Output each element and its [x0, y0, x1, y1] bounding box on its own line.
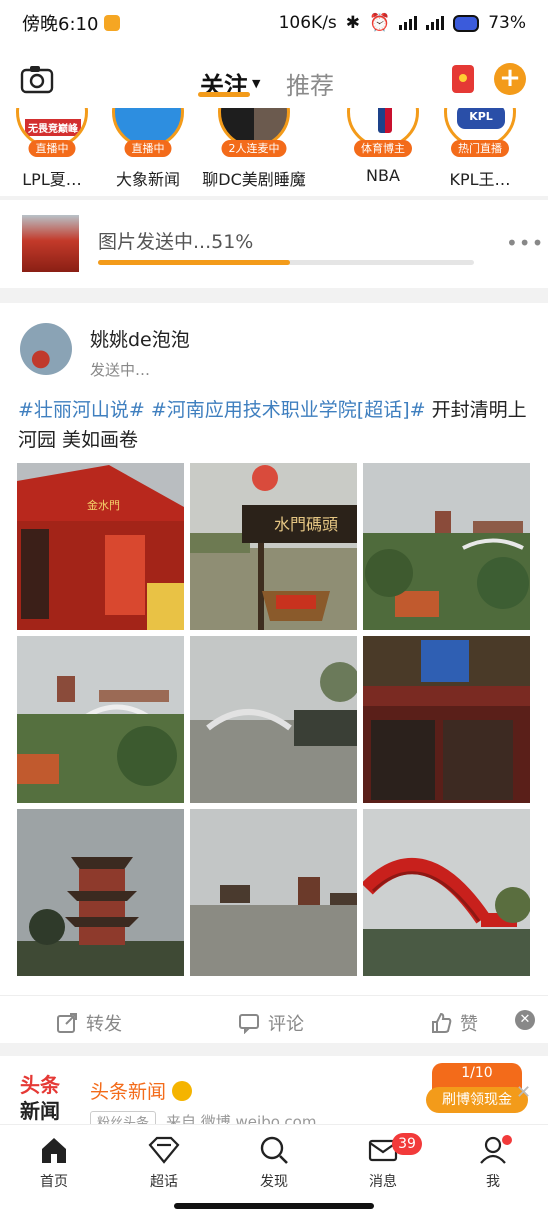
- hashtag-link[interactable]: #壮丽河山说#: [18, 399, 145, 421]
- photo-thumbnail[interactable]: [17, 636, 184, 803]
- upload-progress-fill: [98, 260, 290, 265]
- story-badge: 体育博主: [354, 140, 412, 157]
- like-label: 赞: [460, 1014, 478, 1035]
- signal-5g-icon: [426, 16, 445, 30]
- network-speed: 106K/s: [278, 13, 337, 33]
- divider: [0, 1043, 548, 1056]
- story-badge: 直播中: [28, 140, 76, 157]
- alarm-icon: ⏰: [369, 13, 391, 33]
- tab-recommend[interactable]: 推荐: [286, 66, 334, 101]
- repost-icon: [57, 1013, 77, 1033]
- svg-text:头条: 头条: [20, 1073, 61, 1097]
- add-post-button[interactable]: +: [494, 63, 526, 95]
- battery-icon: [453, 14, 480, 32]
- repost-button[interactable]: 转发: [56, 1010, 122, 1036]
- upload-thumbnail: [22, 215, 79, 272]
- divider: [0, 288, 548, 303]
- close-icon[interactable]: ✕: [515, 1010, 535, 1030]
- bluetooth-icon: ✱: [345, 13, 361, 33]
- story-badge: 热门直播: [451, 140, 509, 157]
- upload-status-text: 图片发送中...51%: [98, 231, 254, 253]
- app-notification-icon: [104, 15, 121, 31]
- nav-topic[interactable]: 超话: [124, 1135, 204, 1191]
- like-button[interactable]: 赞: [430, 1010, 478, 1036]
- promo-progress: 1/10: [461, 1065, 493, 1081]
- more-icon[interactable]: •••: [506, 231, 544, 255]
- nav-message-label: 消息: [369, 1174, 397, 1190]
- chevron-down-icon: ▼: [252, 77, 261, 90]
- comment-label: 评论: [268, 1014, 304, 1035]
- comment-icon: [239, 1014, 259, 1034]
- story-badge: 直播中: [124, 140, 172, 157]
- post-status: 发送中…: [90, 361, 151, 379]
- story-badge: 2人连麦中: [221, 140, 287, 157]
- diamond-icon: [148, 1136, 180, 1164]
- photo-thumbnail[interactable]: 金水門: [17, 463, 184, 630]
- post-username[interactable]: 姚姚de泡泡: [90, 325, 190, 352]
- unread-count-badge: 39: [392, 1133, 422, 1155]
- svg-text:新闻: 新闻: [20, 1099, 60, 1123]
- story-name: 大象新闻: [115, 170, 180, 189]
- story-name: LPL夏…: [22, 170, 82, 189]
- search-icon: [260, 1136, 288, 1164]
- headline-news-logo[interactable]: 头条 新闻: [18, 1068, 70, 1124]
- photo-thumbnail[interactable]: [17, 809, 184, 976]
- notification-dot: [502, 1135, 512, 1145]
- story-name: NBA: [366, 166, 400, 185]
- battery-level: 73%: [488, 13, 526, 33]
- story-logo-text: 无畏竞巅峰: [25, 119, 81, 136]
- promo-label: 刷博领现金: [426, 1087, 528, 1113]
- promo-widget[interactable]: 1/10 刷博领现金: [426, 1063, 528, 1113]
- status-bar: 傍晚6:10 106K/s ✱ ⏰ 73%: [0, 0, 548, 46]
- nba-logo-icon: [378, 108, 392, 133]
- home-icon: [42, 1138, 66, 1163]
- photo-thumbnail[interactable]: [363, 636, 530, 803]
- hashtag-link[interactable]: #河南应用技术职业学院[超话]#: [151, 399, 426, 421]
- nav-topic-label: 超话: [150, 1174, 178, 1190]
- close-icon[interactable]: ✕: [516, 1082, 531, 1103]
- photo-thumbnail[interactable]: 水門碼頭: [190, 463, 357, 630]
- repost-label: 转发: [86, 1014, 122, 1035]
- post-text: #壮丽河山说# #河南应用技术职业学院[超话]# 开封清明上河园 美如画卷: [18, 395, 532, 455]
- nav-me[interactable]: 我: [453, 1135, 533, 1191]
- story-name: KPL王…: [449, 170, 511, 189]
- nav-me-label: 我: [486, 1174, 500, 1190]
- camera-icon[interactable]: [20, 64, 54, 94]
- account-name[interactable]: 头条新闻: [90, 1077, 193, 1104]
- story-name: 聊DC美剧睡魔: [202, 170, 306, 189]
- upload-progress-bar: [98, 260, 474, 265]
- nav-discover[interactable]: 发现: [234, 1135, 314, 1191]
- photo-thumbnail[interactable]: [363, 809, 530, 976]
- top-nav: 关注 ▼ 推荐 +: [0, 52, 548, 108]
- clock: 傍晚6:10: [22, 14, 99, 35]
- upload-progress-card: 图片发送中...51% •••: [0, 200, 548, 288]
- signal-4g-icon: [399, 16, 418, 30]
- live-stories-row: 无畏竞巅峰 直播中 LPL夏… 直播中 大象新闻 2人连麦中 聊DC美剧睡魔 体…: [0, 108, 548, 196]
- gesture-home-bar[interactable]: [174, 1203, 374, 1209]
- avatar[interactable]: [20, 323, 72, 375]
- photo-sign-text: 金水門: [87, 498, 120, 512]
- comment-button[interactable]: 评论: [238, 1010, 304, 1036]
- photo-grid: 金水門 水門碼頭: [17, 463, 531, 976]
- active-tab-indicator: [198, 92, 250, 97]
- photo-sign-text: 水門碼頭: [274, 515, 338, 534]
- account-name-label: 头条新闻: [90, 1081, 167, 1103]
- red-packet-icon[interactable]: [452, 65, 474, 93]
- thumbs-up-icon: [432, 1012, 452, 1033]
- kpl-logo-icon: KPL: [457, 108, 505, 129]
- photo-thumbnail[interactable]: [363, 463, 530, 630]
- nav-discover-label: 发现: [260, 1174, 288, 1190]
- nav-home[interactable]: 首页: [14, 1135, 94, 1191]
- nav-home-label: 首页: [40, 1174, 68, 1190]
- verified-badge-icon: [172, 1080, 193, 1101]
- photo-thumbnail[interactable]: [190, 636, 357, 803]
- photo-thumbnail[interactable]: [190, 809, 357, 976]
- post-action-bar: 转发 评论 赞 ✕: [0, 995, 548, 1043]
